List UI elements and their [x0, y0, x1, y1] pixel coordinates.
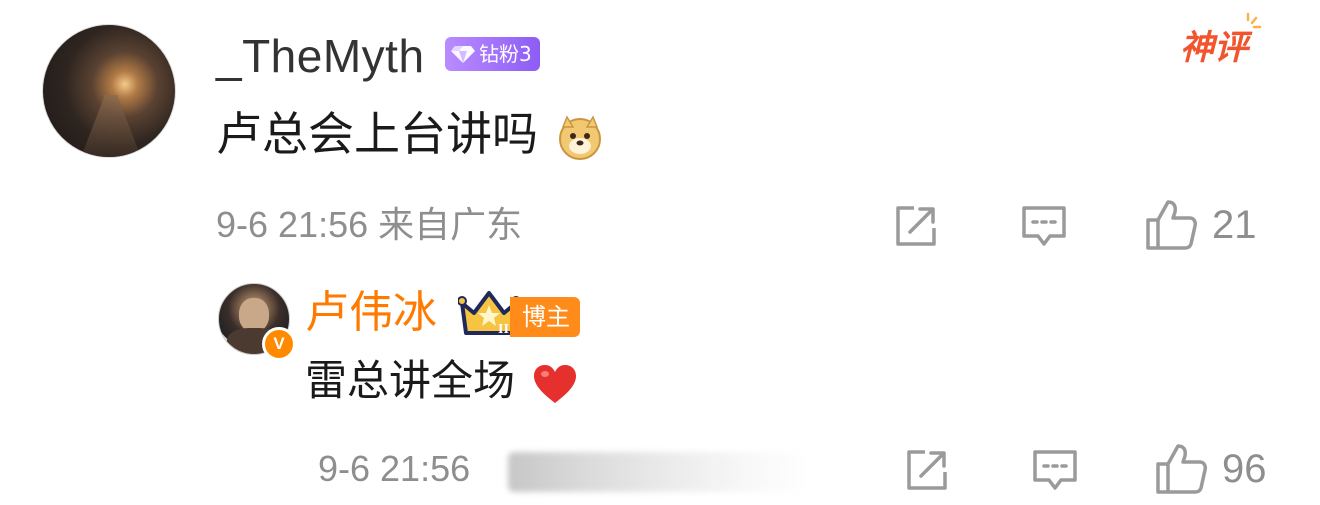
shenping-badge: 神评: [1180, 28, 1248, 68]
fan-badge-label: 钻粉3: [479, 42, 532, 66]
reply-text: 雷总讲全场: [305, 352, 578, 410]
verified-badge: V: [262, 327, 296, 361]
heart-emoji-icon: [534, 364, 577, 403]
like-count: 96: [1222, 447, 1267, 491]
share-icon[interactable]: [903, 446, 951, 494]
comment-icon[interactable]: [1031, 446, 1079, 494]
share-icon[interactable]: [892, 202, 940, 250]
comment-icon[interactable]: [1020, 202, 1068, 250]
like-count: 21: [1212, 203, 1257, 247]
reply-username[interactable]: 卢伟冰: [305, 285, 437, 341]
reply-text-content: 雷总讲全场: [305, 356, 516, 405]
crown-level-text: II: [498, 322, 509, 337]
comment-text-content: 卢总会上台讲吗: [216, 107, 538, 161]
comment-text: 卢总会上台讲吗: [216, 104, 603, 164]
avatar-face: [239, 298, 269, 332]
avatar-image-street: [81, 95, 141, 157]
like-icon: [1156, 444, 1207, 494]
diamond-icon: [451, 46, 475, 63]
blogger-badge: 博主: [510, 297, 580, 337]
fan-level-badge[interactable]: 钻粉3: [445, 37, 540, 71]
comment-location: 来自广东: [378, 205, 523, 246]
comment-meta: 9-6 21:56 来自广东: [216, 202, 522, 249]
like-button[interactable]: 21: [1144, 198, 1257, 252]
user-avatar[interactable]: [42, 24, 176, 158]
comment-timestamp: 9-6 21:56: [216, 204, 369, 245]
reply-location-blurred: [508, 452, 808, 492]
comment-username[interactable]: _TheMyth: [216, 28, 425, 84]
reply-timestamp: 9-6 21:56: [318, 448, 471, 489]
doge-emoji-icon: [558, 114, 601, 160]
like-icon: [1146, 200, 1197, 250]
like-button[interactable]: 96: [1154, 442, 1267, 496]
